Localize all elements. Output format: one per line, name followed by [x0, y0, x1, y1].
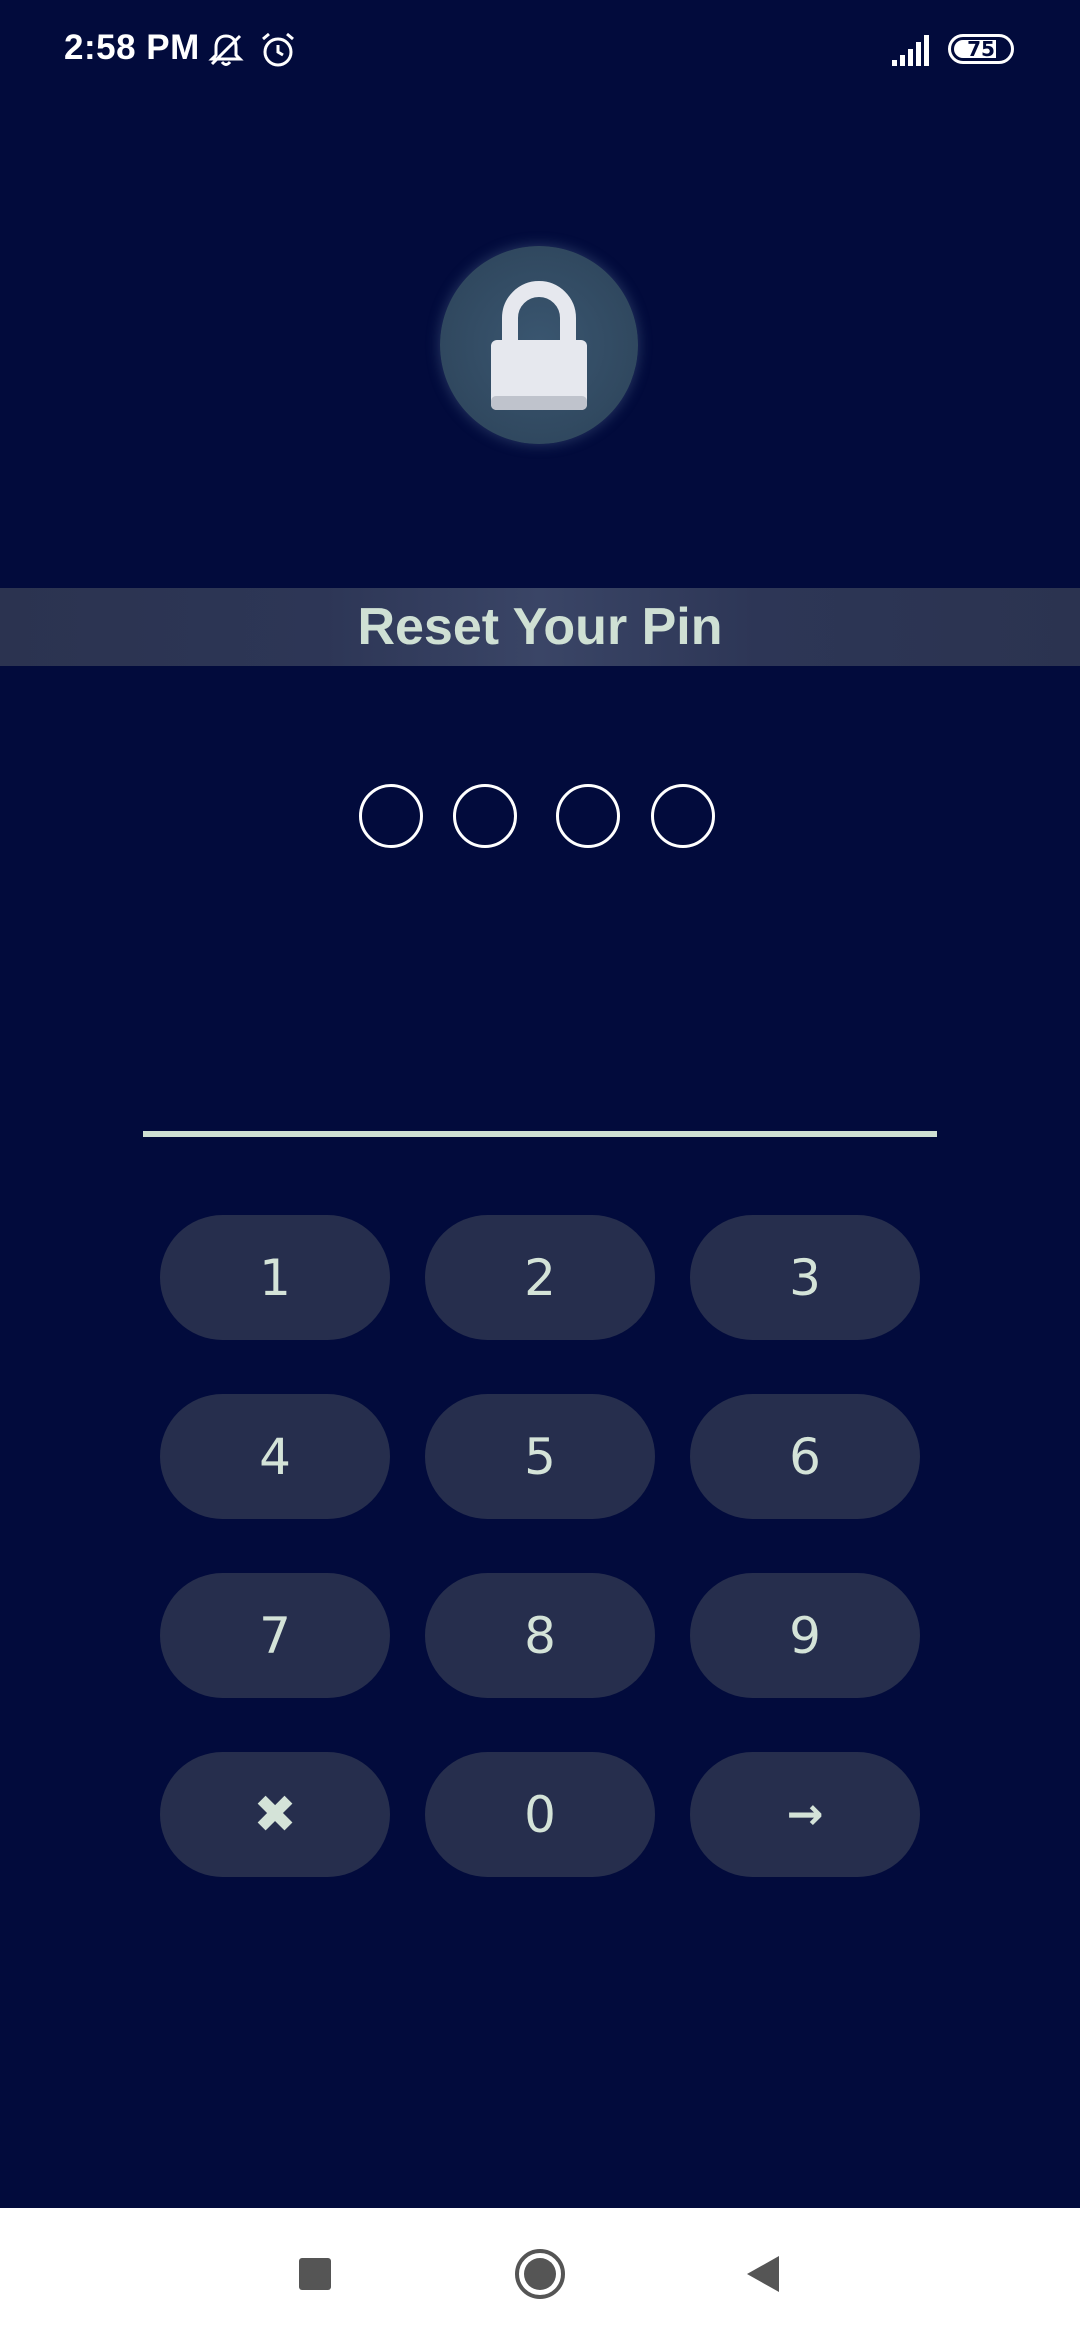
notifications-muted-icon [206, 30, 246, 70]
battery-level: 75 [967, 37, 995, 61]
signal-icon [890, 30, 930, 70]
lock-badge [440, 246, 638, 444]
back-triangle-icon [747, 2256, 779, 2292]
pin-dot [453, 784, 517, 848]
home-circle-icon [515, 2249, 565, 2299]
key-label: 7 [259, 1606, 291, 1665]
status-time: 2:58 PM [64, 28, 200, 67]
pin-indicator [359, 784, 721, 854]
arrow-right-icon: → [786, 1789, 824, 1840]
key-8[interactable]: 8 [425, 1573, 655, 1698]
battery-icon: 75 [948, 34, 1014, 64]
key-3[interactable]: 3 [690, 1215, 920, 1340]
key-2[interactable]: 2 [425, 1215, 655, 1340]
pin-divider [143, 1131, 937, 1137]
page-title: Reset Your Pin [357, 598, 723, 656]
back-button[interactable] [733, 2244, 793, 2304]
recents-square-icon [299, 2258, 331, 2290]
home-button[interactable] [510, 2244, 570, 2304]
key-7[interactable]: 7 [160, 1573, 390, 1698]
key-label: 4 [259, 1427, 291, 1486]
key-0[interactable]: 0 [425, 1752, 655, 1877]
title-band: Reset Your Pin [0, 588, 1080, 666]
clear-icon: ✖ [253, 1784, 297, 1845]
key-label: 5 [524, 1427, 556, 1486]
recents-button[interactable] [285, 2244, 345, 2304]
pin-dot [651, 784, 715, 848]
padlock-icon [491, 281, 587, 410]
key-9[interactable]: 9 [690, 1573, 920, 1698]
key-label: 3 [789, 1248, 821, 1307]
key-5[interactable]: 5 [425, 1394, 655, 1519]
key-label: 0 [524, 1785, 556, 1844]
key-1[interactable]: 1 [160, 1215, 390, 1340]
key-label: 6 [789, 1427, 821, 1486]
clear-button[interactable]: ✖ [160, 1752, 390, 1877]
status-bar: 2:58 PM 75 [0, 0, 1080, 100]
submit-button[interactable]: → [690, 1752, 920, 1877]
key-label: 8 [524, 1606, 556, 1665]
pin-dot [359, 784, 423, 848]
key-label: 2 [524, 1248, 556, 1307]
key-label: 1 [259, 1248, 291, 1307]
key-6[interactable]: 6 [690, 1394, 920, 1519]
alarm-icon [258, 30, 298, 70]
key-label: 9 [789, 1606, 821, 1665]
key-4[interactable]: 4 [160, 1394, 390, 1519]
pin-dot [556, 784, 620, 848]
system-nav-bar [0, 2208, 1080, 2340]
